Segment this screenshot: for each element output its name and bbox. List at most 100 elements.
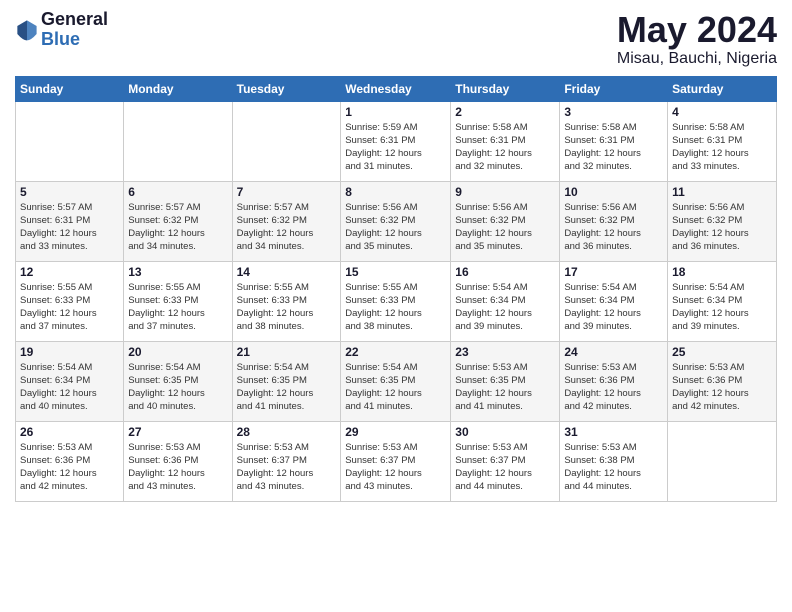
- day-info: Sunrise: 5:54 AM Sunset: 6:35 PM Dayligh…: [345, 361, 446, 414]
- day-number: 15: [345, 265, 446, 279]
- calendar-cell-w1-d2: [124, 101, 232, 181]
- day-number: 9: [455, 185, 555, 199]
- day-info: Sunrise: 5:57 AM Sunset: 6:32 PM Dayligh…: [128, 201, 227, 254]
- day-info: Sunrise: 5:54 AM Sunset: 6:34 PM Dayligh…: [455, 281, 555, 334]
- day-info: Sunrise: 5:55 AM Sunset: 6:33 PM Dayligh…: [345, 281, 446, 334]
- col-wednesday: Wednesday: [341, 76, 451, 101]
- logo-blue-text: Blue: [41, 30, 108, 50]
- day-number: 29: [345, 425, 446, 439]
- col-monday: Monday: [124, 76, 232, 101]
- day-number: 12: [20, 265, 119, 279]
- calendar-cell-w2-d5: 9 Sunrise: 5:56 AM Sunset: 6:32 PM Daylig…: [451, 181, 560, 261]
- day-number: 11: [672, 185, 772, 199]
- day-number: 10: [564, 185, 663, 199]
- day-info: Sunrise: 5:55 AM Sunset: 6:33 PM Dayligh…: [20, 281, 119, 334]
- day-number: 26: [20, 425, 119, 439]
- calendar-cell-w2-d3: 7 Sunrise: 5:57 AM Sunset: 6:32 PM Daylig…: [232, 181, 341, 261]
- day-number: 16: [455, 265, 555, 279]
- logo: General Blue: [15, 10, 108, 50]
- calendar-cell-w1-d5: 2 Sunrise: 5:58 AM Sunset: 6:31 PM Daylig…: [451, 101, 560, 181]
- calendar-cell-w5-d4: 29 Sunrise: 5:53 AM Sunset: 6:37 PM Dayli…: [341, 421, 451, 501]
- day-number: 4: [672, 105, 772, 119]
- calendar-cell-w2-d4: 8Sunrise: 5:56 AM Sunset: 6:32 PM Daylig…: [341, 181, 451, 261]
- col-saturday: Saturday: [668, 76, 777, 101]
- day-number: 23: [455, 345, 555, 359]
- month-title: May 2024: [617, 10, 777, 50]
- day-info: Sunrise: 5:56 AM Sunset: 6:32 PM Dayligh…: [345, 201, 446, 254]
- logo-icon: [15, 18, 39, 42]
- day-info: Sunrise: 5:56 AM Sunset: 6:32 PM Dayligh…: [564, 201, 663, 254]
- calendar-cell-w1-d3: [232, 101, 341, 181]
- logo-text: General Blue: [41, 10, 108, 50]
- page: General Blue May 2024 Misau, Bauchi, Nig…: [0, 0, 792, 612]
- col-tuesday: Tuesday: [232, 76, 341, 101]
- calendar-cell-w5-d2: 27Sunrise: 5:53 AM Sunset: 6:36 PM Dayli…: [124, 421, 232, 501]
- day-info: Sunrise: 5:56 AM Sunset: 6:32 PM Dayligh…: [455, 201, 555, 254]
- calendar-cell-w3-d6: 17Sunrise: 5:54 AM Sunset: 6:34 PM Dayli…: [560, 261, 668, 341]
- calendar-week-4: 19Sunrise: 5:54 AM Sunset: 6:34 PM Dayli…: [16, 341, 777, 421]
- day-info: Sunrise: 5:53 AM Sunset: 6:37 PM Dayligh…: [345, 441, 446, 494]
- day-info: Sunrise: 5:54 AM Sunset: 6:35 PM Dayligh…: [237, 361, 337, 414]
- calendar-cell-w4-d3: 21Sunrise: 5:54 AM Sunset: 6:35 PM Dayli…: [232, 341, 341, 421]
- logo-general-text: General: [41, 10, 108, 30]
- day-number: 18: [672, 265, 772, 279]
- day-number: 5: [20, 185, 119, 199]
- calendar-cell-w4-d7: 25Sunrise: 5:53 AM Sunset: 6:36 PM Dayli…: [668, 341, 777, 421]
- calendar-header-row: Sunday Monday Tuesday Wednesday Thursday…: [16, 76, 777, 101]
- calendar-cell-w3-d7: 18 Sunrise: 5:54 AM Sunset: 6:34 PM Dayli…: [668, 261, 777, 341]
- day-number: 19: [20, 345, 119, 359]
- day-number: 30: [455, 425, 555, 439]
- day-number: 7: [237, 185, 337, 199]
- col-friday: Friday: [560, 76, 668, 101]
- day-number: 6: [128, 185, 227, 199]
- title-block: May 2024 Misau, Bauchi, Nigeria: [617, 10, 777, 68]
- day-info: Sunrise: 5:54 AM Sunset: 6:34 PM Dayligh…: [672, 281, 772, 334]
- day-info: Sunrise: 5:53 AM Sunset: 6:36 PM Dayligh…: [128, 441, 227, 494]
- day-info: Sunrise: 5:54 AM Sunset: 6:35 PM Dayligh…: [128, 361, 227, 414]
- day-number: 14: [237, 265, 337, 279]
- calendar-cell-w4-d2: 20 Sunrise: 5:54 AM Sunset: 6:35 PM Dayli…: [124, 341, 232, 421]
- calendar-cell-w3-d3: 14 Sunrise: 5:55 AM Sunset: 6:33 PM Dayli…: [232, 261, 341, 341]
- calendar-cell-w4-d5: 23 Sunrise: 5:53 AM Sunset: 6:35 PM Dayli…: [451, 341, 560, 421]
- calendar-cell-w4-d4: 22 Sunrise: 5:54 AM Sunset: 6:35 PM Dayli…: [341, 341, 451, 421]
- day-info: Sunrise: 5:53 AM Sunset: 6:37 PM Dayligh…: [237, 441, 337, 494]
- calendar-cell-w5-d5: 30Sunrise: 5:53 AM Sunset: 6:37 PM Dayli…: [451, 421, 560, 501]
- calendar-cell-w5-d1: 26 Sunrise: 5:53 AM Sunset: 6:36 PM Dayli…: [16, 421, 124, 501]
- calendar-cell-w4-d6: 24 Sunrise: 5:53 AM Sunset: 6:36 PM Dayli…: [560, 341, 668, 421]
- calendar-table: Sunday Monday Tuesday Wednesday Thursday…: [15, 76, 777, 502]
- day-number: 31: [564, 425, 663, 439]
- day-info: Sunrise: 5:57 AM Sunset: 6:32 PM Dayligh…: [237, 201, 337, 254]
- day-info: Sunrise: 5:55 AM Sunset: 6:33 PM Dayligh…: [128, 281, 227, 334]
- day-info: Sunrise: 5:53 AM Sunset: 6:35 PM Dayligh…: [455, 361, 555, 414]
- day-number: 20: [128, 345, 227, 359]
- day-number: 3: [564, 105, 663, 119]
- day-info: Sunrise: 5:55 AM Sunset: 6:33 PM Dayligh…: [237, 281, 337, 334]
- day-info: Sunrise: 5:53 AM Sunset: 6:36 PM Dayligh…: [20, 441, 119, 494]
- calendar-week-2: 5 Sunrise: 5:57 AM Sunset: 6:31 PM Daylig…: [16, 181, 777, 261]
- calendar-cell-w2-d6: 10 Sunrise: 5:56 AM Sunset: 6:32 PM Dayli…: [560, 181, 668, 261]
- day-number: 22: [345, 345, 446, 359]
- calendar-week-5: 26 Sunrise: 5:53 AM Sunset: 6:36 PM Dayli…: [16, 421, 777, 501]
- calendar-cell-w3-d1: 12 Sunrise: 5:55 AM Sunset: 6:33 PM Dayli…: [16, 261, 124, 341]
- day-info: Sunrise: 5:53 AM Sunset: 6:36 PM Dayligh…: [672, 361, 772, 414]
- calendar-cell-w5-d7: [668, 421, 777, 501]
- day-number: 13: [128, 265, 227, 279]
- day-number: 2: [455, 105, 555, 119]
- day-info: Sunrise: 5:58 AM Sunset: 6:31 PM Dayligh…: [455, 121, 555, 174]
- calendar-cell-w4-d1: 19Sunrise: 5:54 AM Sunset: 6:34 PM Dayli…: [16, 341, 124, 421]
- day-info: Sunrise: 5:54 AM Sunset: 6:34 PM Dayligh…: [564, 281, 663, 334]
- calendar-cell-w2-d2: 6 Sunrise: 5:57 AM Sunset: 6:32 PM Daylig…: [124, 181, 232, 261]
- calendar-cell-w5-d3: 28Sunrise: 5:53 AM Sunset: 6:37 PM Dayli…: [232, 421, 341, 501]
- day-info: Sunrise: 5:53 AM Sunset: 6:36 PM Dayligh…: [564, 361, 663, 414]
- calendar-cell-w1-d6: 3Sunrise: 5:58 AM Sunset: 6:31 PM Daylig…: [560, 101, 668, 181]
- day-info: Sunrise: 5:58 AM Sunset: 6:31 PM Dayligh…: [672, 121, 772, 174]
- location: Misau, Bauchi, Nigeria: [617, 50, 777, 68]
- day-number: 24: [564, 345, 663, 359]
- calendar-cell-w1-d7: 4 Sunrise: 5:58 AM Sunset: 6:31 PM Daylig…: [668, 101, 777, 181]
- calendar-cell-w3-d4: 15 Sunrise: 5:55 AM Sunset: 6:33 PM Dayli…: [341, 261, 451, 341]
- calendar-cell-w3-d2: 13 Sunrise: 5:55 AM Sunset: 6:33 PM Dayli…: [124, 261, 232, 341]
- day-info: Sunrise: 5:57 AM Sunset: 6:31 PM Dayligh…: [20, 201, 119, 254]
- calendar-week-1: 1Sunrise: 5:59 AM Sunset: 6:31 PM Daylig…: [16, 101, 777, 181]
- col-sunday: Sunday: [16, 76, 124, 101]
- calendar-week-3: 12 Sunrise: 5:55 AM Sunset: 6:33 PM Dayli…: [16, 261, 777, 341]
